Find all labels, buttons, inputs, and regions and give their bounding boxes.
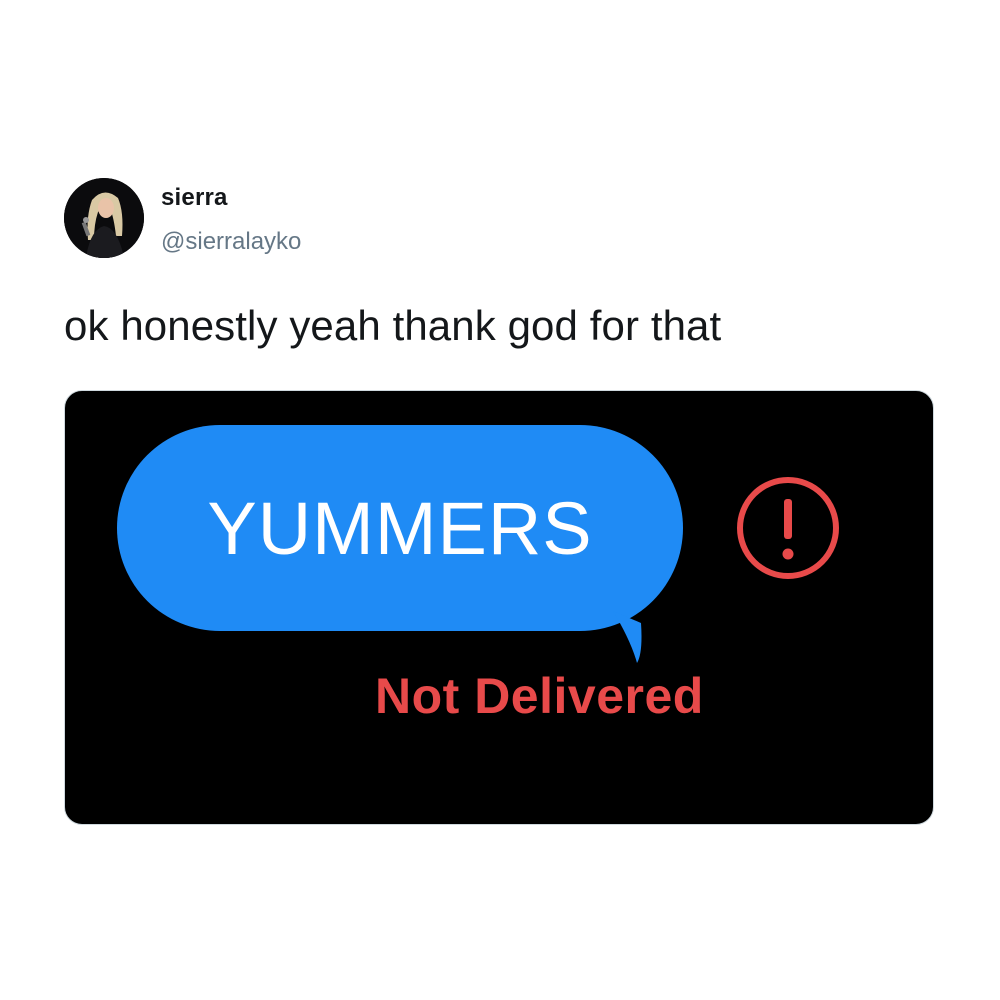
avatar[interactable] [64, 178, 144, 258]
display-name[interactable]: sierra [161, 184, 228, 212]
bubble-tail [613, 611, 642, 663]
message-text: YUMMERS [207, 486, 593, 570]
tweet-card: sierra @sierralayko ok honestly yeah tha… [0, 0, 1000, 1000]
tweet-media-image[interactable]: YUMMERS Not Delivered [64, 390, 934, 825]
user-handle[interactable]: @sierralayko [161, 228, 301, 256]
profile-photo-icon [64, 178, 144, 258]
tweet-text: ok honestly yeah thank god for that [64, 302, 722, 349]
delivery-status-text: Not Delivered [375, 668, 704, 724]
exclamation-circle-icon[interactable] [735, 475, 841, 581]
